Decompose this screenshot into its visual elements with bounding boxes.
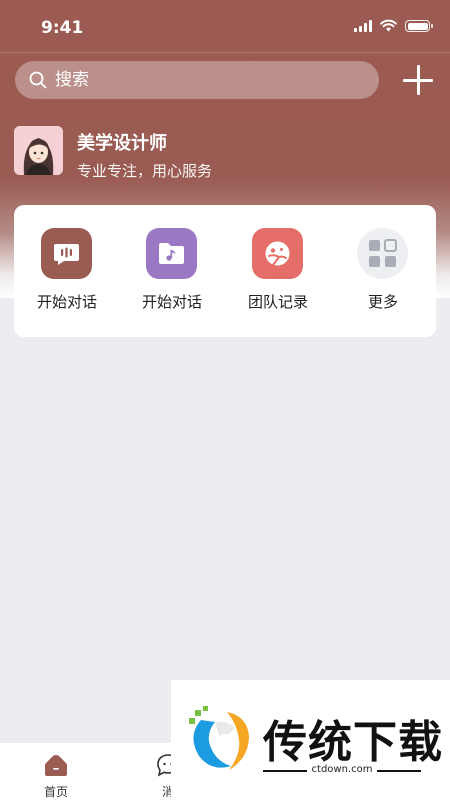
header-divider bbox=[0, 52, 450, 53]
add-button[interactable] bbox=[403, 64, 435, 96]
status-bar: 9:41 bbox=[0, 0, 450, 54]
home-icon bbox=[45, 755, 67, 776]
action-label: 更多 bbox=[367, 293, 398, 311]
quick-actions-card: 开始对话 开始对话 团队记录 更多 bbox=[14, 205, 436, 337]
action-label: 团队记录 bbox=[247, 293, 308, 311]
action-more[interactable]: 更多 bbox=[330, 205, 436, 337]
action-start-chat-1[interactable]: 开始对话 bbox=[14, 205, 120, 337]
search-input[interactable] bbox=[53, 69, 357, 91]
wifi-icon bbox=[380, 19, 397, 32]
ad-domain-line: ctdown.com bbox=[263, 764, 421, 776]
action-label: 开始对话 bbox=[141, 293, 202, 311]
ad-brand: 传统下载 bbox=[263, 717, 443, 768]
search-icon bbox=[29, 71, 47, 89]
tab-home[interactable]: 首页 bbox=[0, 743, 112, 801]
signal-icon bbox=[354, 19, 372, 32]
music-folder-icon bbox=[146, 228, 197, 279]
chat-bars-icon bbox=[41, 228, 92, 279]
avatar[interactable] bbox=[14, 126, 63, 175]
tab-label: 首页 bbox=[43, 785, 68, 799]
ad-domain: ctdown.com bbox=[311, 764, 373, 775]
game-face-icon bbox=[252, 228, 303, 279]
ctdown-logo-icon bbox=[189, 706, 249, 770]
battery-icon bbox=[405, 20, 433, 32]
action-label: 开始对话 bbox=[36, 293, 97, 311]
profile-subtitle: 专业专注，用心服务 bbox=[77, 162, 213, 180]
search-bar[interactable] bbox=[15, 61, 379, 99]
watermark-ad: 传统下载 ctdown.com bbox=[171, 680, 450, 800]
profile-name: 美学设计师 bbox=[77, 133, 167, 154]
action-team-records[interactable]: 团队记录 bbox=[225, 205, 331, 337]
status-time: 9:41 bbox=[41, 18, 84, 38]
action-start-chat-2[interactable]: 开始对话 bbox=[119, 205, 225, 337]
grid-more-icon bbox=[357, 228, 408, 279]
status-icons bbox=[354, 19, 433, 32]
